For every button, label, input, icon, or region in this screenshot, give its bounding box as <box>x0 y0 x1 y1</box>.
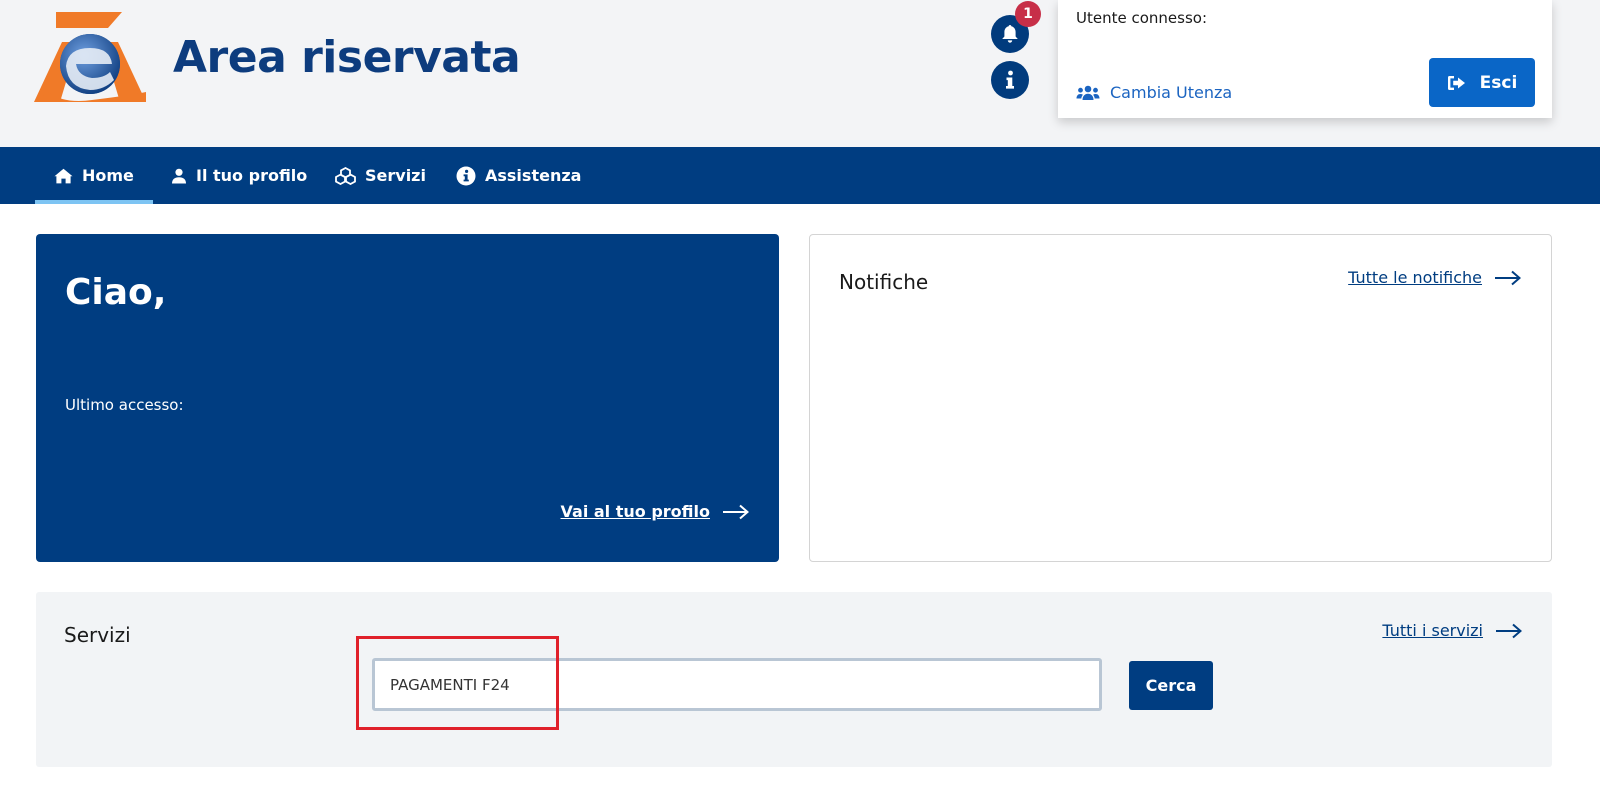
info-circle-icon <box>456 166 476 185</box>
header: Area riservata 1 Utente connesso: Cambia… <box>0 0 1600 147</box>
users-icon <box>1076 85 1100 100</box>
user-panel: Utente connesso: Cambia Utenza Esci <box>1058 0 1552 118</box>
user-icon <box>172 168 186 183</box>
nav-item-home[interactable]: Home <box>35 147 153 204</box>
all-services-label: Tutti i servizi <box>1382 621 1483 640</box>
arrow-right-icon <box>1495 270 1521 285</box>
bell-icon <box>1002 25 1018 43</box>
logout-label: Esci <box>1479 72 1518 93</box>
switch-user-link[interactable]: Cambia Utenza <box>1076 83 1232 102</box>
connected-user-label: Utente connesso: <box>1076 9 1208 27</box>
agenzia-entrate-logo[interactable] <box>34 8 146 105</box>
main-navbar: Home Il tuo profilo Servizi Assistenza <box>0 147 1600 204</box>
nav-home-label: Home <box>82 166 134 185</box>
services-icon <box>335 166 356 185</box>
nav-profile-label: Il tuo profilo <box>196 166 308 185</box>
home-icon <box>54 168 73 183</box>
info-icon <box>1006 70 1014 89</box>
nav-item-assistance[interactable]: Assistenza <box>456 147 581 204</box>
notification-count-badge: 1 <box>1015 1 1041 27</box>
arrow-right-icon <box>1496 623 1522 638</box>
nav-item-services[interactable]: Servizi <box>335 147 426 204</box>
site-title: Area riservata <box>173 32 521 83</box>
welcome-card: Ciao, Ultimo accesso: Vai al tuo profilo <box>36 234 779 562</box>
search-button[interactable]: Cerca <box>1129 661 1213 710</box>
welcome-title: Ciao, <box>65 272 167 313</box>
all-services-link[interactable]: Tutti i servizi <box>1382 621 1522 640</box>
go-to-profile-link[interactable]: Vai al tuo profilo <box>561 502 749 521</box>
services-search-input[interactable] <box>372 658 1102 711</box>
services-panel: Servizi Tutti i servizi Cerca <box>36 592 1552 767</box>
nav-services-label: Servizi <box>365 166 426 185</box>
nav-assistance-label: Assistenza <box>485 166 582 185</box>
info-button[interactable] <box>991 61 1029 99</box>
sign-out-icon <box>1447 75 1465 90</box>
switch-user-label: Cambia Utenza <box>1110 83 1233 102</box>
notifications-title: Notifiche <box>839 270 929 294</box>
go-to-profile-label: Vai al tuo profilo <box>560 502 710 521</box>
all-notifications-link[interactable]: Tutte le notifiche <box>1348 268 1521 287</box>
services-title: Servizi <box>64 623 131 647</box>
all-notifications-label: Tutte le notifiche <box>1348 268 1482 287</box>
last-access-label: Ultimo accesso: <box>65 396 184 414</box>
nav-item-profile[interactable]: Il tuo profilo <box>171 147 307 204</box>
arrow-right-icon <box>723 504 749 519</box>
notifications-card: Notifiche Tutte le notifiche <box>809 234 1552 562</box>
logout-button[interactable]: Esci <box>1429 58 1535 107</box>
